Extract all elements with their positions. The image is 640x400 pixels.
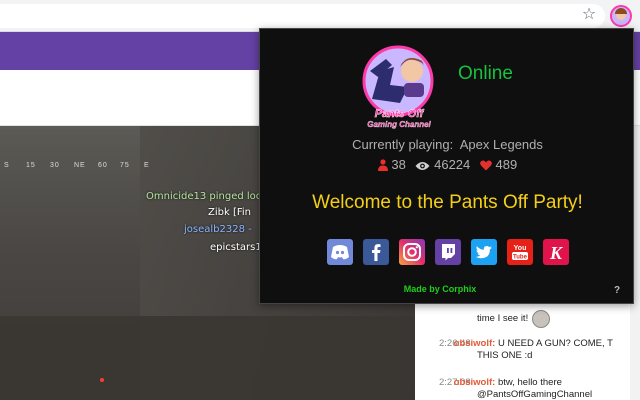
- currently-playing: Currently playing: Apex Legends: [260, 137, 635, 152]
- chat-text-cont: @PantsOffGamingChannel: [477, 389, 593, 400]
- svg-text:Tube: Tube: [513, 255, 528, 261]
- viewers-count: 46224: [434, 157, 471, 172]
- playing-label: Currently playing:: [352, 137, 454, 152]
- avatar-hair: [615, 8, 627, 14]
- online-status: Online: [458, 63, 513, 84]
- compass-tick: 15: [26, 162, 36, 169]
- youtube-icon[interactable]: You Tube: [507, 239, 533, 265]
- chat-timestamp: 2:26:48: [439, 338, 471, 349]
- letter-k-icon[interactable]: K: [543, 239, 569, 265]
- game-marker: [100, 378, 104, 382]
- extension-icon[interactable]: [610, 5, 632, 27]
- help-icon[interactable]: ?: [614, 285, 620, 296]
- discord-icon[interactable]: [327, 239, 353, 265]
- chat-text: U NEED A GUN? COME, T: [497, 338, 613, 349]
- compass-tick: E: [144, 162, 150, 169]
- chat-text-cont: THIS ONE :d: [477, 350, 533, 361]
- person-icon: [377, 159, 388, 171]
- killfeed-line: epicstars1: [210, 242, 262, 253]
- svg-text:You: You: [514, 245, 527, 252]
- stats-row: 38 46224 489: [260, 157, 635, 172]
- screen: ☆ S 15 30 NE 60 75 E Omnicide13 pinged l…: [0, 0, 640, 400]
- likes-count: 489: [495, 157, 518, 172]
- channel-logo: Pants Off Gaming Channel: [362, 45, 434, 129]
- welcome-message: Welcome to the Pants Off Party!: [312, 192, 583, 213]
- chat-emote-icon: [532, 310, 550, 328]
- chat-message: 2:27:08 obsiwolf: btw, hello there @Pant…: [415, 377, 630, 400]
- logo-text: Gaming Channel: [367, 120, 431, 129]
- viewers-stat: 46224: [415, 157, 470, 172]
- chat-text: btw, hello there: [497, 377, 562, 388]
- compass-tick: NE: [74, 162, 86, 169]
- game-name: Apex Legends: [459, 137, 543, 152]
- compass-tick: 75: [120, 162, 130, 169]
- killfeed-line: Zibk [Fin: [208, 207, 251, 218]
- chat-username[interactable]: obsiwolf:: [454, 377, 496, 388]
- facebook-icon[interactable]: [363, 239, 389, 265]
- heart-icon: [480, 160, 492, 171]
- compass-tick: 60: [98, 162, 108, 169]
- killfeed-line: Omnicide13 pinged loot: [: [146, 191, 277, 202]
- extension-popup: Pants Off Gaming Channel Online Currentl…: [259, 28, 634, 304]
- eye-icon: [415, 162, 430, 170]
- likes-stat: 489: [480, 157, 517, 172]
- bookmark-star-icon[interactable]: ☆: [578, 4, 600, 26]
- social-links: You Tube K: [327, 239, 577, 265]
- killfeed-line: josealb2328 -: [184, 224, 252, 235]
- logo-text: Pants Off: [375, 108, 425, 120]
- compass-tick: 30: [50, 162, 60, 169]
- twitch-icon[interactable]: [435, 239, 461, 265]
- chat-message: 2:26:48 obsiwolf: U NEED A GUN? COME, T …: [415, 338, 630, 362]
- chat-text: time I see it!: [477, 313, 529, 324]
- followers-stat: 38: [377, 157, 406, 172]
- compass-tick: S: [4, 162, 10, 169]
- made-by-credit[interactable]: Made by Corphix: [260, 284, 620, 294]
- chat-timestamp: 2:27:08: [439, 377, 471, 388]
- chat-message-continuation: time I see it!: [415, 313, 630, 325]
- address-bar[interactable]: [0, 4, 605, 28]
- chat-username[interactable]: obsiwolf:: [454, 338, 496, 349]
- svg-text:K: K: [549, 243, 564, 263]
- twitter-icon[interactable]: [471, 239, 497, 265]
- game-compass: S 15 30 NE 60 75 E: [0, 162, 160, 176]
- instagram-icon[interactable]: [399, 239, 425, 265]
- followers-count: 38: [391, 157, 406, 172]
- game-scene-floor: [0, 316, 415, 400]
